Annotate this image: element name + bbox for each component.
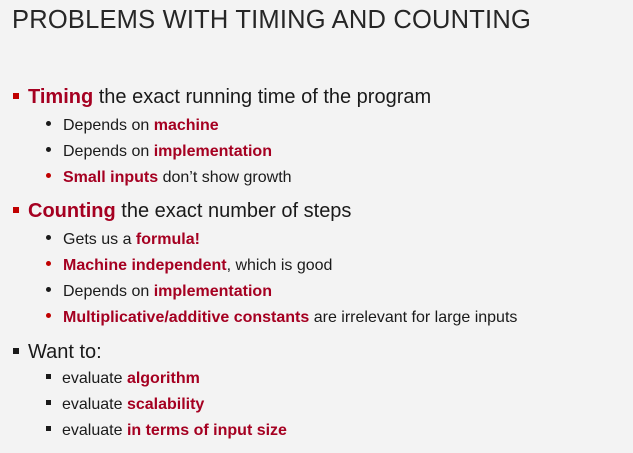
- item-text: Depends on: [63, 117, 154, 134]
- item-highlight: formula!: [135, 231, 200, 248]
- want-item-2: evaluate scalability: [46, 395, 204, 415]
- counting-item-3: Depends on implementation: [46, 282, 272, 302]
- dot-bullet-icon: [46, 173, 51, 179]
- counting-item-4: Multiplicative/additive constants are ir…: [46, 308, 517, 328]
- item-highlight: machine: [153, 117, 219, 134]
- bullet-timing: Timing the exact running time of the pro…: [13, 85, 431, 109]
- dot-bullet-icon: [46, 261, 51, 267]
- timing-description: the exact running time of the program: [93, 86, 432, 108]
- want-item-3: evaluate in terms of input size: [46, 421, 287, 441]
- bullet-counting: Counting the exact number of steps: [13, 199, 351, 223]
- item-text: , which is good: [226, 257, 333, 274]
- counting-item-1: Gets us a formula!: [46, 230, 200, 250]
- dot-bullet-icon: [46, 235, 51, 241]
- timing-item-1: Depends on machine: [46, 116, 219, 136]
- item-highlight: implementation: [153, 283, 272, 300]
- item-highlight: Multiplicative/additive constants: [63, 309, 310, 326]
- counting-item-2: Machine independent, which is good: [46, 256, 332, 276]
- timing-item-2: Depends on implementation: [46, 142, 272, 162]
- item-highlight: algorithm: [126, 370, 200, 387]
- counting-heading: Counting: [28, 200, 116, 222]
- item-text: Depends on: [63, 283, 154, 300]
- square-bullet-icon: [13, 206, 19, 213]
- item-highlight: implementation: [153, 143, 272, 160]
- item-highlight: scalability: [126, 396, 205, 413]
- square-bullet-icon: [46, 400, 51, 406]
- item-text: Depends on: [63, 143, 154, 160]
- slide-content: Timing the exact running time of the pro…: [0, 0, 633, 453]
- item-text: evaluate: [62, 396, 127, 413]
- square-bullet-icon: [13, 347, 19, 354]
- dot-bullet-icon: [46, 313, 51, 319]
- item-text: Gets us a: [63, 231, 136, 248]
- dot-bullet-icon: [46, 147, 51, 153]
- dot-bullet-icon: [46, 121, 51, 127]
- item-highlight: Machine independent: [63, 257, 227, 274]
- square-bullet-icon: [46, 374, 51, 380]
- dot-bullet-icon: [46, 287, 51, 293]
- square-bullet-icon: [13, 92, 19, 99]
- want-heading: Want to:: [28, 341, 102, 363]
- item-highlight: Small inputs: [63, 169, 159, 186]
- item-text: don’t show growth: [158, 169, 292, 186]
- timing-item-3: Small inputs don’t show growth: [46, 168, 292, 188]
- counting-description: the exact number of steps: [115, 200, 352, 222]
- square-bullet-icon: [46, 426, 51, 432]
- item-text: are irrelevant for large inputs: [309, 309, 518, 326]
- bullet-want-to: Want to:: [13, 340, 102, 364]
- want-item-1: evaluate algorithm: [46, 369, 200, 389]
- item-highlight: in terms of input size: [126, 422, 287, 439]
- item-text: evaluate: [62, 422, 127, 439]
- timing-heading: Timing: [28, 86, 94, 108]
- item-text: evaluate: [62, 370, 127, 387]
